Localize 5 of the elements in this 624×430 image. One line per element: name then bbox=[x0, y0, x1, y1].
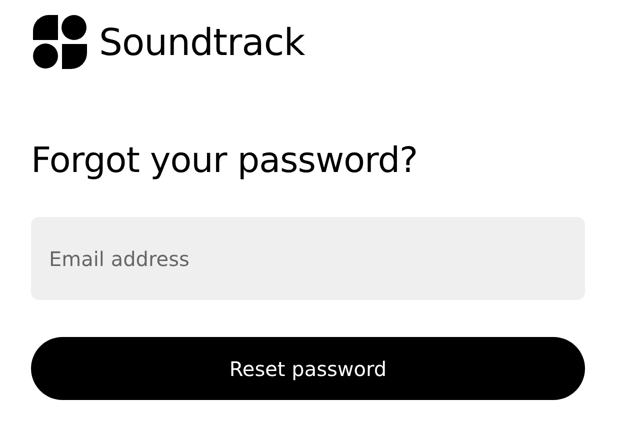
logo-icon bbox=[33, 15, 87, 69]
reset-password-button[interactable]: Reset password bbox=[31, 337, 585, 400]
logo-wordmark: Soundtrack bbox=[99, 20, 305, 64]
email-field[interactable]: Email address bbox=[31, 217, 585, 300]
page-heading: Forgot your password? bbox=[31, 140, 419, 183]
